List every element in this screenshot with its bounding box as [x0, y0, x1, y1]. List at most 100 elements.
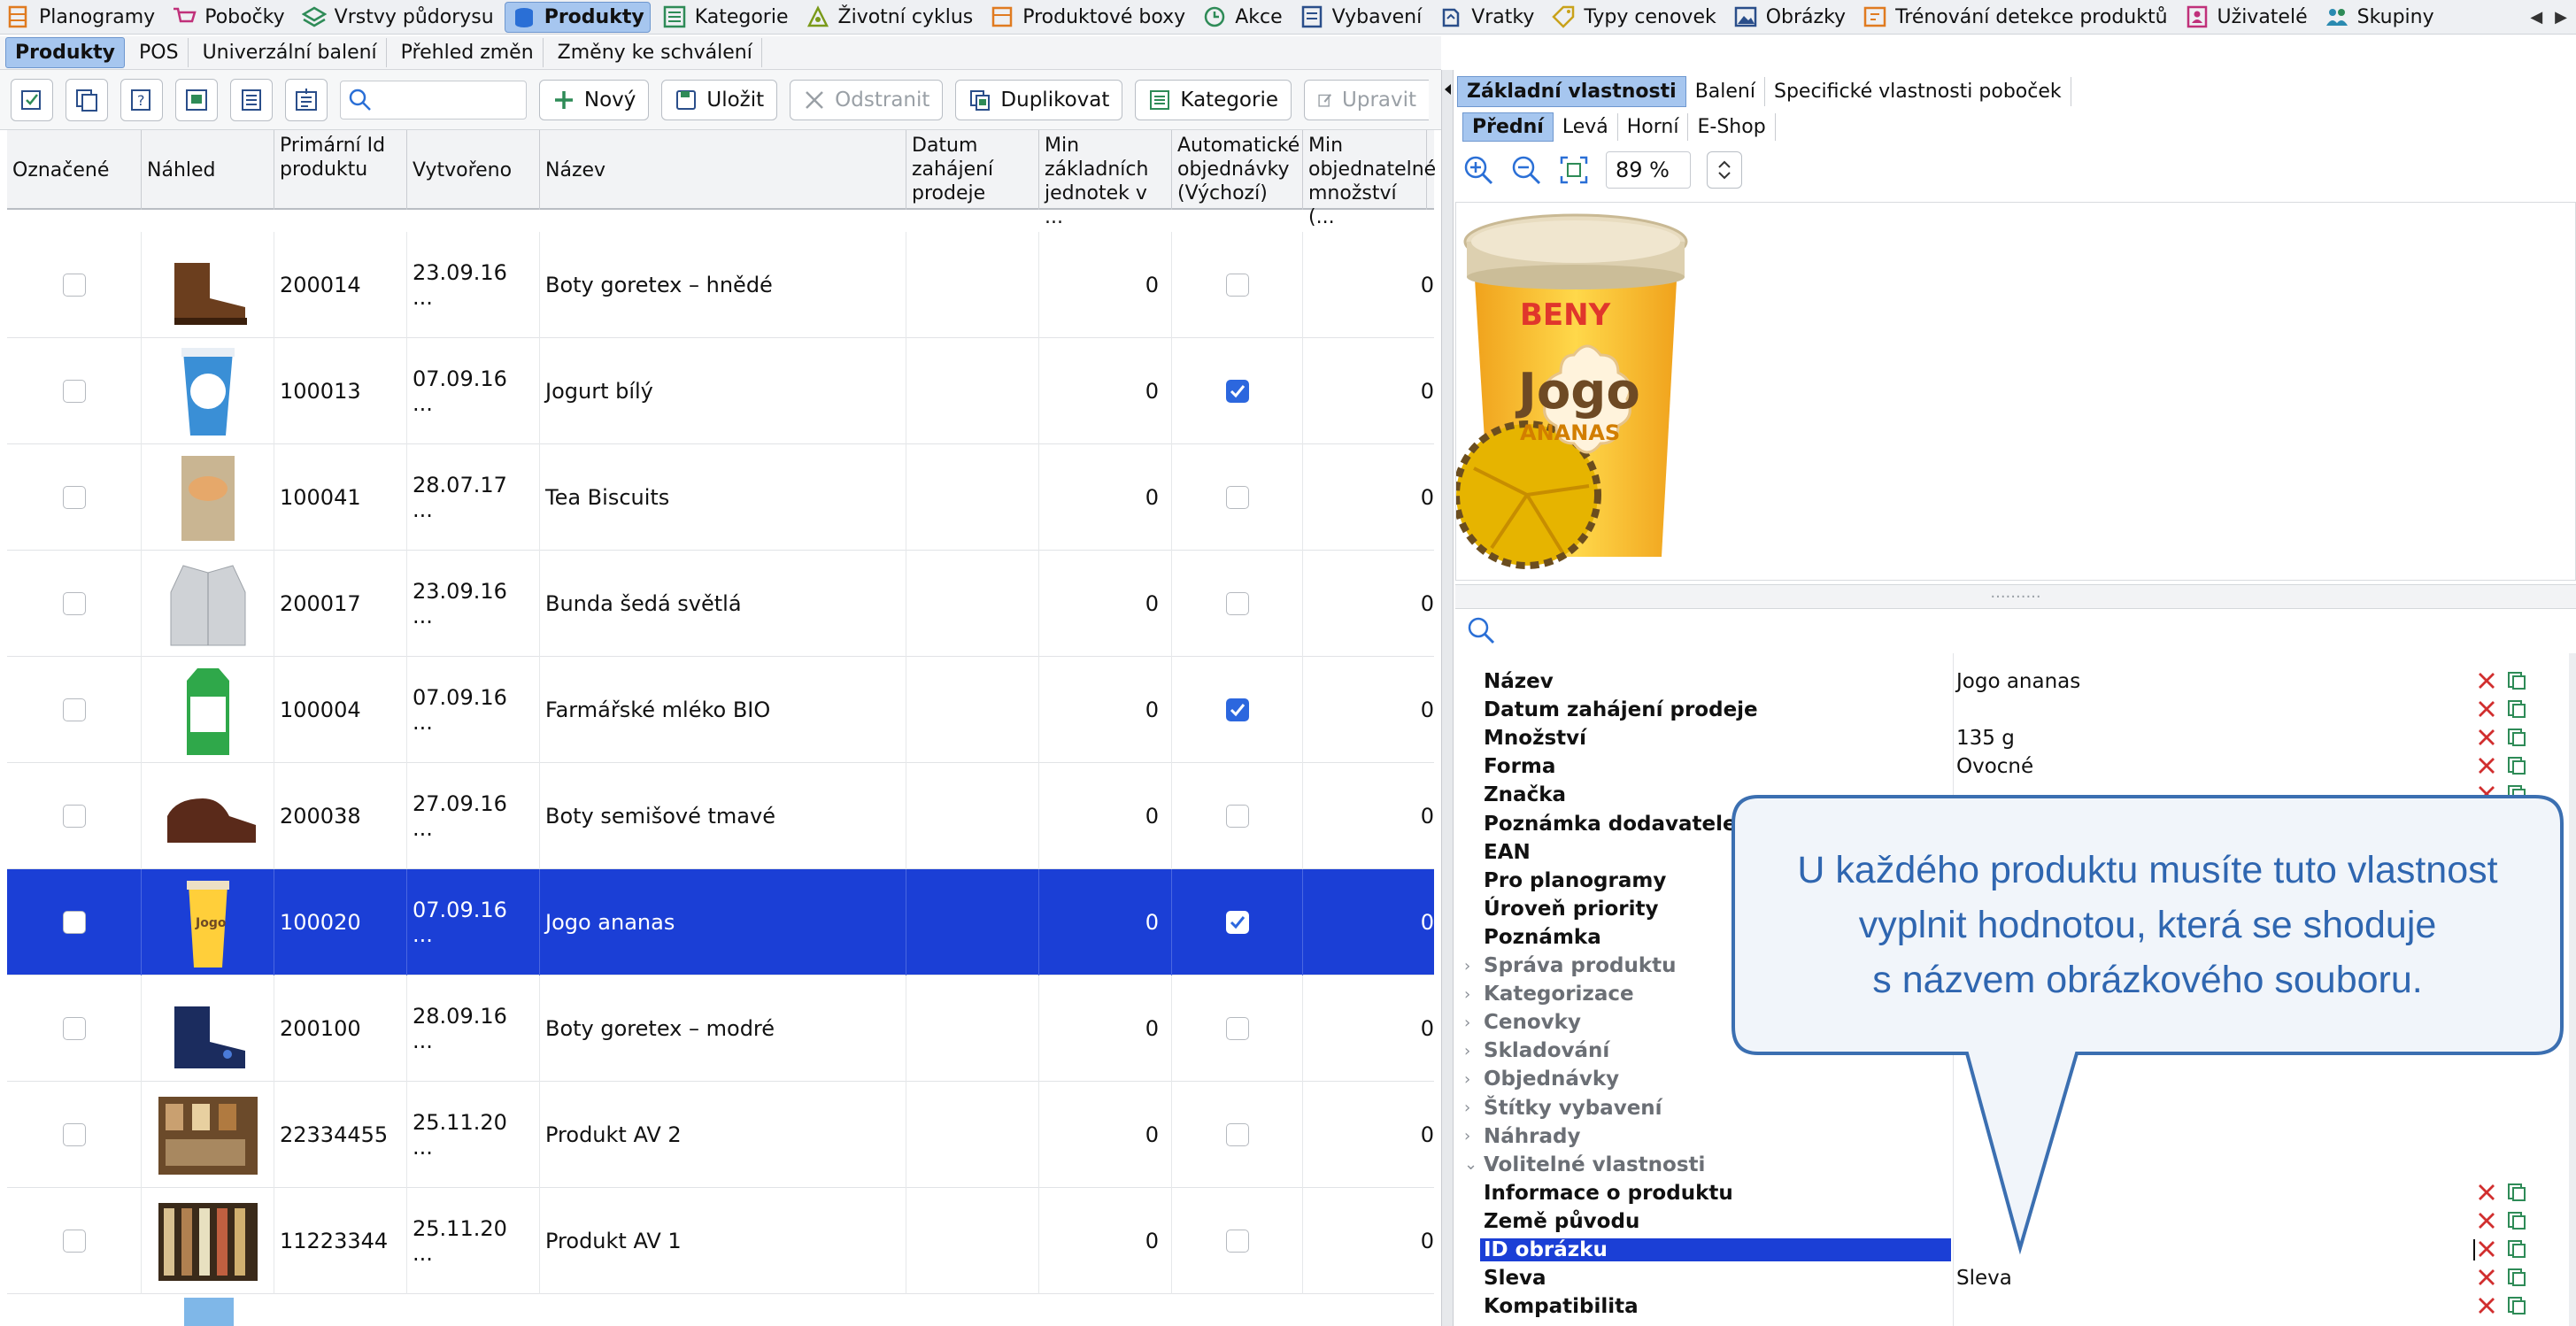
delete-button[interactable]: Odstranit [790, 79, 944, 120]
table-row[interactable]: 22334455 25.11.20 ... Produkt AV 2 0 0 [7, 1082, 1434, 1188]
zoom-out-icon[interactable] [1510, 154, 1542, 186]
property-row[interactable]: Kompatibilita [1455, 1292, 2565, 1321]
row-checkbox[interactable] [62, 698, 86, 721]
copy-value-icon[interactable] [2507, 671, 2526, 690]
auto-order-checkbox[interactable] [1225, 486, 1249, 509]
copy-value-icon[interactable] [2507, 699, 2526, 719]
auto-order-checkbox[interactable] [1225, 1017, 1249, 1040]
auto-order-checkbox[interactable] [1225, 911, 1249, 934]
menu-item-produkty[interactable]: Produkty [504, 1, 651, 33]
product-search[interactable] [339, 80, 527, 119]
column-header-3[interactable]: Vytvořeno [407, 130, 540, 210]
subtab-1[interactable]: POS [130, 38, 189, 67]
menu-item-vrstvy-pudorysu[interactable]: Vrstvy půdorysu [296, 2, 499, 33]
auto-order-checkbox[interactable] [1225, 805, 1249, 828]
detail-tab-1[interactable]: Balení [1686, 76, 1765, 106]
table-row[interactable]: 11223344 25.11.20 ... Produkt AV 1 0 0 [7, 1188, 1434, 1294]
menu-item-kategorie[interactable]: Kategorie [656, 2, 794, 33]
menu-item-produktove-boxy[interactable]: Produktové boxy [983, 2, 1191, 33]
column-header-4[interactable]: Název [540, 130, 906, 210]
subtab-4[interactable]: Změny ke schválení [549, 38, 762, 67]
auto-order-checkbox[interactable] [1225, 380, 1249, 403]
zoom-stepper[interactable] [1707, 151, 1742, 189]
property-row[interactable]: Název Jogo ananas [1455, 667, 2565, 696]
clear-value-icon[interactable] [2477, 1296, 2496, 1315]
table-row[interactable]: 200100 28.09.16 ... Boty goretex – modré 0 0 [7, 975, 1434, 1082]
menu-item-uzivatele[interactable]: Uživatelé [2179, 2, 2313, 33]
list-view-button[interactable] [229, 78, 273, 121]
save-button[interactable]: Uložit [661, 79, 778, 120]
pane-splitter[interactable] [1441, 70, 1454, 1326]
property-row[interactable]: Množství 135 g [1455, 724, 2565, 752]
view-tab-3[interactable]: E-Shop [1688, 112, 1776, 141]
property-value[interactable]: Jogo ananas [1956, 670, 2080, 693]
column-header-0[interactable]: Označené [7, 130, 142, 210]
chevron-right-icon[interactable]: › [1464, 985, 1470, 1004]
clear-value-icon[interactable] [2477, 1268, 2496, 1287]
clear-value-icon[interactable] [2477, 728, 2496, 747]
chevron-right-icon[interactable]: › [1464, 957, 1470, 975]
view-tab-0[interactable]: Přední [1462, 112, 1554, 142]
menu-scroll-arrows[interactable]: ◀ ▶ [2530, 8, 2576, 27]
column-header-2[interactable]: Primární Id produktu [274, 130, 407, 210]
chevron-right-icon[interactable]: › [1464, 1014, 1470, 1032]
row-checkbox[interactable] [62, 911, 86, 934]
export-button[interactable] [284, 78, 328, 121]
menu-item-vybaveni[interactable]: Vybavení [1293, 2, 1428, 33]
property-row[interactable]: Sleva Sleva [1455, 1264, 2565, 1292]
copy-value-icon[interactable] [2507, 1296, 2526, 1315]
table-row[interactable]: Jogo 100020 07.09.16 ... Jogo ananas 0 0 [7, 869, 1434, 975]
detail-tab-0[interactable]: Základní vlastnosti [1457, 75, 1686, 107]
menu-item-vratky[interactable]: Vratky [1432, 2, 1539, 33]
column-header-5[interactable]: Datum zahájení prodeje [906, 130, 1039, 210]
collapse-arrow-icon[interactable] [1443, 83, 1454, 96]
table-row[interactable]: 200014 23.09.16 ... Boty goretex – hnědé 0 0 [7, 232, 1434, 338]
chevron-right-icon[interactable]: › [1464, 1127, 1470, 1145]
table-row-partial[interactable] [7, 1294, 1434, 1326]
copy-value-icon[interactable] [2507, 1268, 2526, 1287]
image-assign-button[interactable] [174, 78, 218, 121]
row-checkbox[interactable] [62, 805, 86, 828]
menu-item-akce[interactable]: Akce [1196, 2, 1287, 33]
new-button[interactable]: Nový [538, 79, 650, 120]
select-all-button[interactable] [11, 78, 53, 121]
scroll-left-icon[interactable]: ◀ [2530, 8, 2542, 27]
column-header-6[interactable]: Min základních jednotek v ... [1039, 130, 1172, 228]
subtab-2[interactable]: Univerzální balení [194, 38, 387, 67]
row-checkbox[interactable] [62, 380, 86, 403]
auto-order-checkbox[interactable] [1225, 274, 1249, 297]
menu-item-typy-cenovek[interactable]: Typy cenovek [1545, 2, 1721, 33]
edit-button[interactable]: Upravit [1304, 79, 1430, 120]
table-row[interactable]: 100013 07.09.16 ... Jogurt bílý 0 0 [7, 338, 1434, 444]
menu-item-zivotni-cyklus[interactable]: Životní cyklus [799, 2, 979, 33]
help-button[interactable]: ? [120, 78, 163, 121]
clear-value-icon[interactable] [2477, 699, 2496, 719]
row-checkbox[interactable] [62, 274, 86, 297]
table-row[interactable]: 100041 28.07.17 ... Tea Biscuits 0 0 [7, 444, 1434, 551]
view-tab-1[interactable]: Levá [1554, 112, 1618, 141]
property-row[interactable]: Datum zahájení prodeje [1455, 696, 2565, 724]
chevron-right-icon[interactable]: › [1464, 1099, 1470, 1117]
property-row[interactable]: Forma Ovocné [1455, 752, 2565, 781]
column-header-7[interactable]: Automatické objednávky (Výchozí) [1172, 130, 1303, 210]
table-row[interactable]: 100004 07.09.16 ... Farmářské mléko BIO 0 0 [7, 657, 1434, 763]
zoom-value-field[interactable]: 89 % [1606, 151, 1691, 189]
menu-item-skupiny[interactable]: Skupiny [2318, 2, 2440, 33]
zoom-in-icon[interactable] [1462, 154, 1494, 186]
copy-value-icon[interactable] [2507, 728, 2526, 747]
clear-value-icon[interactable] [2477, 671, 2496, 690]
property-value[interactable]: Ovocné [1956, 755, 2033, 778]
copy-value-icon[interactable] [2507, 756, 2526, 775]
property-scrollbar[interactable] [2569, 653, 2576, 1326]
chevron-right-icon[interactable]: › [1464, 1042, 1470, 1060]
auto-order-checkbox[interactable] [1225, 1230, 1249, 1253]
property-search[interactable] [1457, 611, 1965, 650]
row-checkbox[interactable] [62, 592, 86, 615]
view-tab-2[interactable]: Horní [1618, 112, 1689, 141]
property-value[interactable]: 135 g [1956, 727, 2015, 750]
auto-order-checkbox[interactable] [1225, 698, 1249, 721]
row-checkbox[interactable] [62, 1017, 86, 1040]
fit-to-view-icon[interactable] [1558, 154, 1590, 186]
clear-value-icon[interactable] [2477, 756, 2496, 775]
property-search-input[interactable] [1503, 613, 1946, 647]
